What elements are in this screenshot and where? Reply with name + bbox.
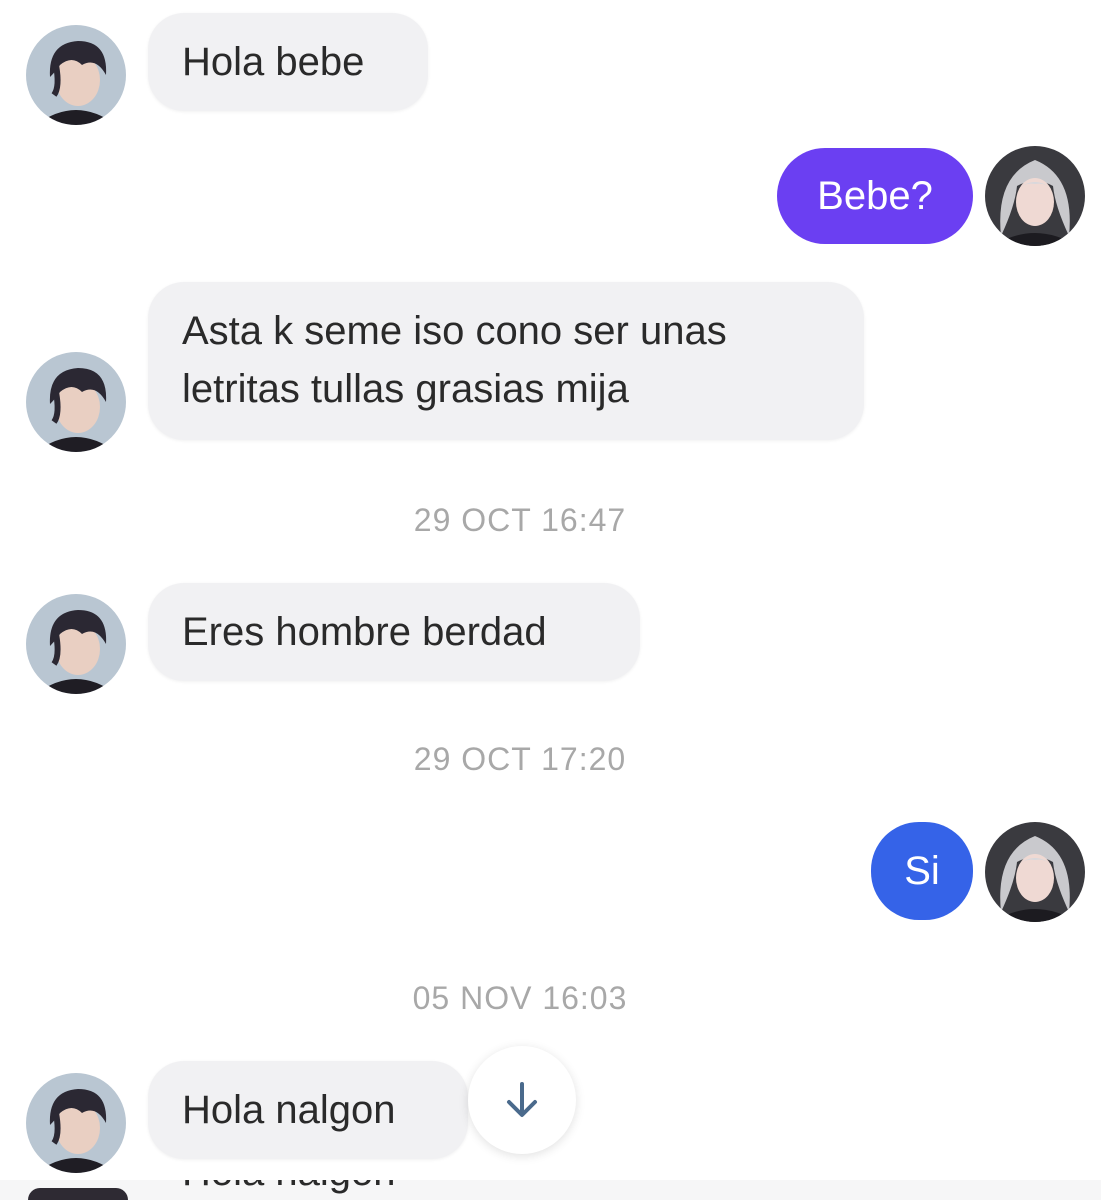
outgoing-message[interactable]: Si bbox=[871, 822, 973, 920]
arrow-down-icon bbox=[507, 1082, 537, 1117]
timestamp: 05 NOV 16:03 bbox=[412, 980, 628, 1016]
silver-haired-avatar-icon bbox=[985, 146, 1085, 246]
message-text: Si bbox=[904, 849, 940, 893]
chat-thread[interactable]: Hola bebe Bebe? Asta k seme iso cono ser… bbox=[0, 0, 1101, 1200]
message-text: Eres hombre berdad bbox=[182, 610, 547, 654]
incoming-message[interactable]: Hola nalgon bbox=[148, 1061, 468, 1159]
incoming-message[interactable]: Hola bebe bbox=[148, 13, 428, 111]
incoming-message[interactable]: Asta k seme iso cono ser unas letritas t… bbox=[148, 282, 864, 440]
contact-avatar[interactable] bbox=[26, 1073, 126, 1173]
outgoing-message[interactable]: Bebe? bbox=[777, 148, 973, 244]
message-text: Hola nalgon bbox=[182, 1180, 442, 1195]
message-text: Bebe? bbox=[817, 174, 933, 218]
dark-haired-avatar-icon bbox=[26, 1073, 126, 1173]
contact-avatar[interactable] bbox=[26, 594, 126, 694]
message-text: Hola bebe bbox=[182, 40, 365, 84]
message-text: Hola nalgon bbox=[182, 1088, 396, 1132]
contact-avatar[interactable] bbox=[26, 352, 126, 452]
my-avatar[interactable] bbox=[985, 822, 1085, 922]
timestamp: 29 OCT 17:20 bbox=[413, 741, 627, 777]
dark-haired-avatar-icon bbox=[26, 25, 126, 125]
contact-avatar[interactable] bbox=[26, 25, 126, 125]
contact-avatar-partial bbox=[28, 1188, 128, 1200]
next-message-row bbox=[0, 1180, 1101, 1200]
timestamp: 29 OCT 16:47 bbox=[413, 502, 627, 538]
message-text-line-1: Asta k seme iso cono ser unas bbox=[182, 309, 727, 353]
silver-haired-avatar-icon bbox=[985, 822, 1085, 922]
dark-haired-avatar-icon bbox=[26, 352, 126, 452]
my-avatar[interactable] bbox=[985, 146, 1085, 246]
incoming-message[interactable]: Eres hombre berdad bbox=[148, 583, 640, 681]
scroll-to-bottom-button[interactable] bbox=[468, 1046, 576, 1154]
dark-haired-avatar-icon bbox=[26, 594, 126, 694]
message-text-line-2: letritas tullas grasias mija bbox=[182, 367, 629, 411]
incoming-message-partial: Hola nalgon bbox=[182, 1180, 442, 1200]
